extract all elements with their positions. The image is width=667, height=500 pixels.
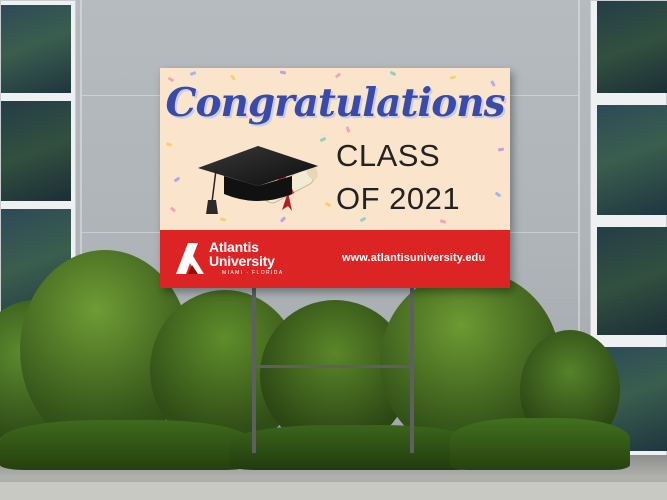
- window-pane: [1, 101, 71, 201]
- curb: [0, 482, 667, 500]
- class-label: CLASS: [336, 138, 441, 173]
- sign-crossbar: [252, 365, 414, 368]
- confetti: [169, 206, 177, 213]
- logo-tagline: MIAMI · FLORIDA: [222, 270, 284, 276]
- confetti: [359, 216, 367, 223]
- confetti: [279, 70, 287, 75]
- sign-stake: [410, 288, 414, 453]
- logo-name-line-1: Atlantis: [209, 239, 259, 255]
- confetti: [389, 70, 397, 77]
- window-pane: [1, 5, 71, 93]
- confetti: [334, 72, 342, 79]
- sign-stake: [252, 288, 256, 453]
- window-pane: [597, 1, 667, 93]
- grass: [0, 420, 250, 470]
- confetti: [165, 142, 173, 147]
- window-pane: [597, 105, 667, 215]
- grass: [230, 425, 480, 470]
- confetti: [345, 126, 351, 133]
- atlantis-logo-icon: [176, 243, 204, 274]
- sign-upper-panel: Congratulations CLASS OF 2021: [160, 68, 510, 230]
- class-year: OF 2021: [336, 181, 461, 216]
- grass: [450, 418, 630, 470]
- website-url: www.atlantisuniversity.edu: [342, 252, 486, 264]
- logo-name-line-2: University: [209, 253, 275, 269]
- confetti: [189, 71, 197, 76]
- graduation-yard-sign: Congratulations CLASS OF 2021 Atlantis U…: [160, 68, 510, 288]
- photo-scene: Congratulations CLASS OF 2021 Atlantis U…: [0, 0, 667, 500]
- sign-footer-band: Atlantis University MIAMI · FLORIDA www.…: [160, 230, 510, 288]
- graduation-cap-icon: [198, 146, 318, 214]
- confetti: [439, 219, 447, 224]
- headline: Congratulations: [165, 80, 505, 126]
- logo-wordmark: Atlantis University: [209, 240, 275, 268]
- confetti: [173, 176, 181, 183]
- window-pane: [597, 227, 667, 335]
